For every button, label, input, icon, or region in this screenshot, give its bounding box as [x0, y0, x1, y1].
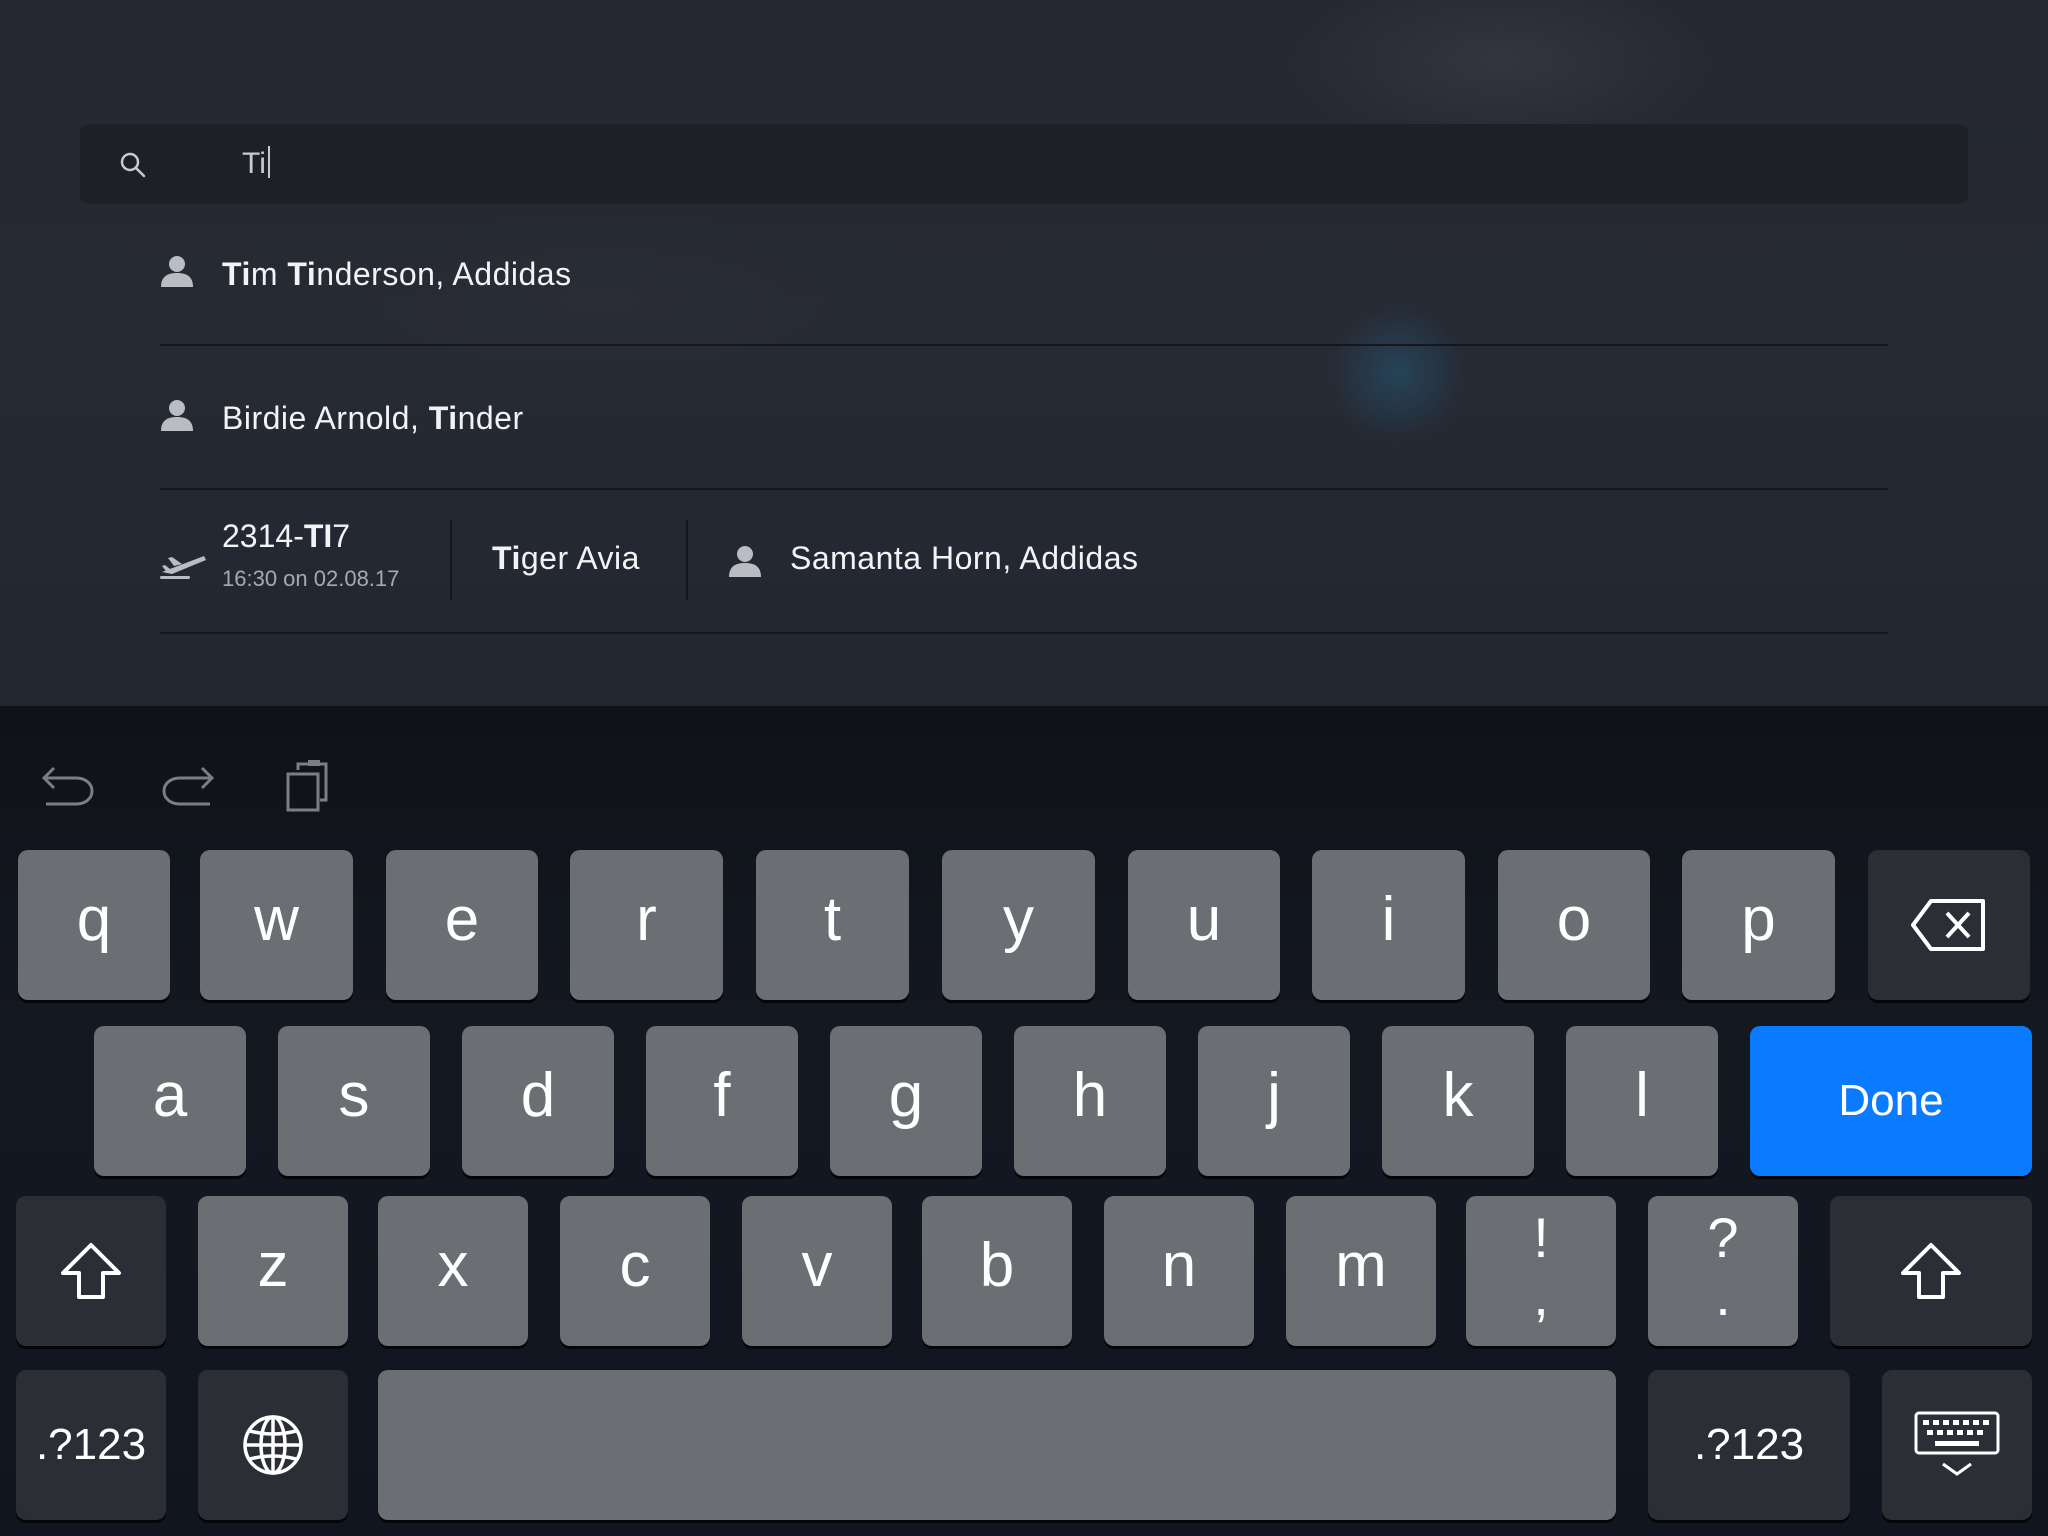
key-z[interactable]: z [198, 1196, 348, 1346]
keyboard-dismiss-icon [1914, 1411, 2000, 1476]
dismiss-keyboard-key[interactable] [1882, 1370, 2032, 1520]
contact-label: Samanta Horn, Addidas [790, 540, 1139, 576]
key-e[interactable]: e [386, 850, 538, 1000]
key-r[interactable]: r [570, 850, 723, 1000]
shift-icon [1901, 1243, 1961, 1299]
divider [450, 520, 452, 600]
key-u[interactable]: u [1128, 850, 1280, 1000]
shift-key-left[interactable] [16, 1196, 166, 1346]
text-caret [267, 146, 270, 178]
shift-key-right[interactable] [1830, 1196, 2032, 1346]
key-question-period[interactable]: ? . [1648, 1196, 1798, 1346]
key-t[interactable]: t [756, 850, 909, 1000]
key-n[interactable]: n [1104, 1196, 1254, 1346]
space-bar[interactable] [378, 1370, 1616, 1520]
key-c[interactable]: c [560, 1196, 710, 1346]
key-exclamation-comma[interactable]: ! , [1466, 1196, 1616, 1346]
key-top-label: ? [1707, 1206, 1739, 1269]
search-icon [120, 152, 146, 178]
done-button[interactable]: Done [1750, 1026, 2032, 1176]
delete-icon [1911, 899, 1985, 951]
key-m[interactable]: m [1286, 1196, 1436, 1346]
person-icon [161, 256, 193, 287]
undo-icon[interactable] [38, 756, 98, 816]
search-input[interactable]: Ti [242, 142, 270, 186]
key-d[interactable]: d [462, 1026, 614, 1176]
key-x[interactable]: x [378, 1196, 528, 1346]
key-b[interactable]: b [922, 1196, 1072, 1346]
key-bottom-label: , [1533, 1264, 1549, 1327]
key-bottom-label: . [1715, 1264, 1731, 1327]
key-o[interactable]: o [1498, 850, 1650, 1000]
globe-icon [243, 1415, 303, 1475]
airline-label: Tiger Avia [492, 540, 640, 576]
list-item[interactable]: Tim Tinderson, Addidas [160, 202, 1888, 346]
keyboard: q w e r t y u i o p a s d f g h j k l Do… [0, 706, 2048, 1536]
search-screen: Ti Tim Tinderson, Addidas Birdie Arnold,… [0, 0, 2048, 706]
person-icon [729, 546, 761, 577]
key-k[interactable]: k [1382, 1026, 1534, 1176]
key-q[interactable]: q [18, 850, 170, 1000]
numbers-key-left[interactable]: .?123 [16, 1370, 166, 1520]
key-j[interactable]: j [1198, 1026, 1350, 1176]
key-a[interactable]: a [94, 1026, 246, 1176]
paste-icon[interactable] [282, 756, 342, 816]
key-i[interactable]: i [1312, 850, 1465, 1000]
key-g[interactable]: g [830, 1026, 982, 1176]
list-item[interactable]: Birdie Arnold, Tinder [160, 346, 1888, 490]
key-v[interactable]: v [742, 1196, 892, 1346]
globe-key[interactable] [198, 1370, 348, 1520]
key-f[interactable]: f [646, 1026, 798, 1176]
key-p[interactable]: p [1682, 850, 1835, 1000]
search-bar[interactable]: Ti [80, 124, 1968, 204]
person-icon [161, 400, 193, 431]
key-l[interactable]: l [1566, 1026, 1718, 1176]
numbers-key-right[interactable]: .?123 [1648, 1370, 1850, 1520]
key-s[interactable]: s [278, 1026, 430, 1176]
redo-icon[interactable] [158, 756, 218, 816]
flight-result[interactable]: 2314-TI7 16:30 on 02.08.17 Tiger Avia Sa… [160, 490, 1888, 634]
flight-time: 16:30 on 02.08.17 [222, 566, 400, 591]
key-y[interactable]: y [942, 850, 1095, 1000]
shift-icon [61, 1243, 121, 1299]
plane-icon [160, 556, 206, 579]
key-w[interactable]: w [200, 850, 353, 1000]
key-top-label: ! [1533, 1206, 1549, 1269]
result-label: Tim Tinderson, Addidas [222, 256, 572, 292]
result-label: Birdie Arnold, Tinder [222, 400, 524, 436]
key-h[interactable]: h [1014, 1026, 1166, 1176]
delete-key[interactable] [1868, 850, 2030, 1000]
flight-number: 2314-TI7 [222, 518, 351, 554]
divider [686, 520, 688, 600]
